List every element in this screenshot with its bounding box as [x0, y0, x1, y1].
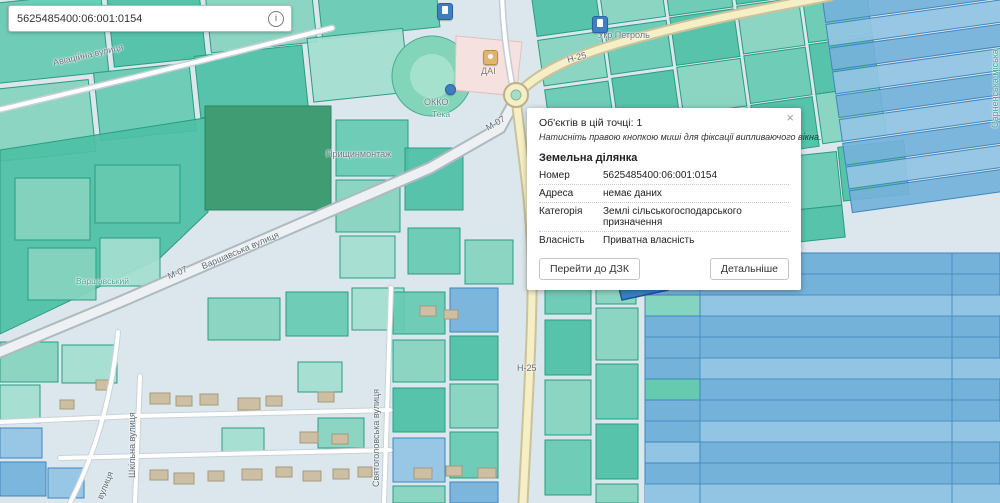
popup-buttons: Перейти до ДЗК Детальніше — [539, 258, 789, 280]
popup-section-title: Земельна ділянка — [539, 152, 638, 164]
field-label: Адреса — [539, 188, 574, 199]
field-label: Категорія — [539, 206, 583, 217]
field-value: 5625485400:06:001:0154 — [603, 170, 718, 181]
parcels-blue-bottom-right — [644, 252, 1000, 503]
popup-hint: Натисніть правою кнопкою миші для фіксац… — [539, 132, 822, 142]
map-svg — [0, 0, 1000, 503]
field-label: Власність — [539, 235, 585, 246]
field-value: Землі сільськогосподарського призначення — [603, 206, 742, 228]
forest-area — [204, 105, 332, 211]
field-row-category: Категорія Землі сільськогосподарського п… — [539, 203, 789, 232]
field-row-address: Адреса немає даних — [539, 185, 789, 203]
object-info-popup: × Об'єктів в цій точці: 1 Натисніть прав… — [527, 108, 822, 290]
fuel-station-icon — [592, 16, 608, 33]
map-canvas[interactable] — [0, 0, 1000, 503]
info-icon[interactable]: i — [268, 10, 284, 27]
field-label: Номер — [539, 170, 570, 181]
go-to-dzk-button[interactable]: Перейти до ДЗК — [539, 258, 640, 280]
fuel-station-icon — [437, 3, 453, 20]
field-row-number: Номер 5625485400:06:001:0154 — [539, 167, 789, 185]
field-row-ownership: Власність Приватна власність — [539, 232, 789, 249]
field-value: Приватна власність — [603, 235, 695, 246]
popup-count-line: Об'єктів в цій точці: 1 — [539, 117, 643, 129]
search-input[interactable]: 5625485400:06:001:0154 — [9, 13, 268, 25]
police-post-icon — [483, 50, 498, 65]
search-box: 5625485400:06:001:0154 i — [8, 5, 292, 32]
close-icon[interactable]: × — [786, 111, 794, 124]
cadastral-map-app: Авіаційна вулиця Прищинмонтаж М-07 Варша… — [0, 0, 1000, 503]
poi-dot-icon — [445, 84, 456, 95]
field-value: немає даних — [603, 188, 662, 199]
details-button[interactable]: Детальніше — [709, 258, 789, 280]
